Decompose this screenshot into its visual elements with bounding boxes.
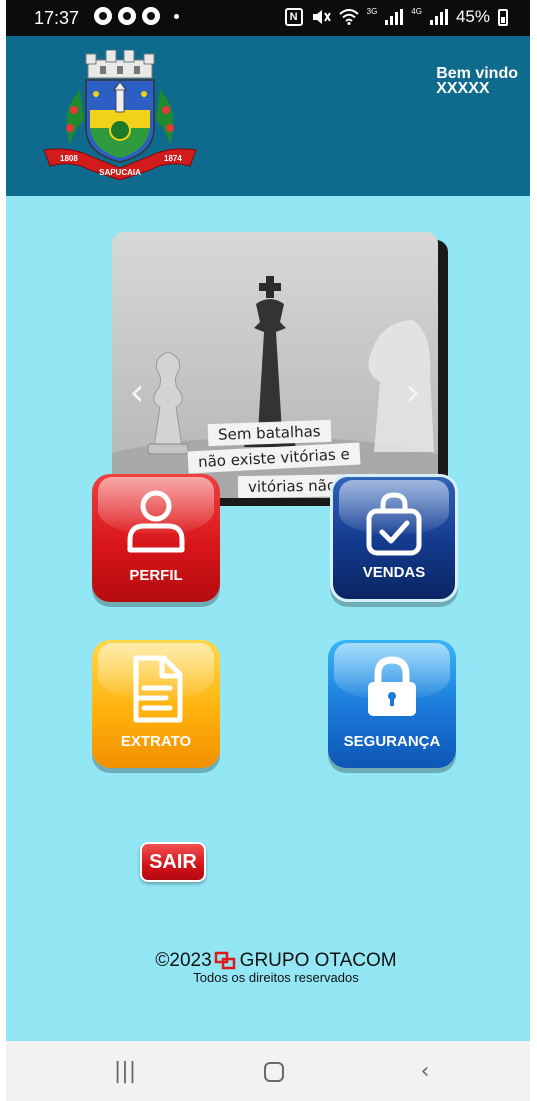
- status-time: 17:37: [34, 8, 80, 28]
- chrome-icon: [118, 7, 136, 25]
- notification-icons: [94, 7, 179, 25]
- home-icon: [264, 1062, 284, 1082]
- back-button[interactable]: ‹: [410, 1059, 440, 1085]
- document-icon: [133, 655, 183, 723]
- copyright-year: ©2023: [155, 950, 212, 971]
- carousel-prev-button[interactable]: ‹: [124, 372, 150, 412]
- crest-year-left: 1808: [60, 154, 78, 163]
- otacom-logo-icon: [214, 951, 238, 971]
- chrome-icon: [94, 7, 112, 25]
- crest-city-name: SAPUCAIA: [99, 168, 141, 177]
- shopping-bag-check-icon: [366, 492, 422, 556]
- welcome-message: Bem vindo XXXXX: [436, 65, 518, 97]
- app-header: 1808 SAPUCAIA 1874 Bem vindo XXXXX: [6, 36, 530, 196]
- perfil-label: PERFIL: [129, 567, 183, 584]
- vendas-button[interactable]: VENDAS: [330, 474, 458, 602]
- home-button[interactable]: [259, 1059, 289, 1085]
- seguranca-button[interactable]: SEGURANÇA: [328, 640, 456, 768]
- footer-copyright-line: ©2023 GRUPO OTACOM: [22, 950, 530, 972]
- footer: ©2023 GRUPO OTACOM Todos os direitos res…: [6, 950, 530, 985]
- recents-button[interactable]: |||: [110, 1059, 140, 1085]
- user-icon: [127, 490, 185, 553]
- chrome-icon: [142, 7, 160, 25]
- main-content: ‹ › Sem batalhas não existe vitórias e v…: [6, 196, 530, 1041]
- vendas-label: VENDAS: [362, 564, 426, 581]
- battery-percent: 45%: [455, 7, 490, 26]
- mute-icon: [312, 10, 331, 24]
- rights-reserved: Todos os direitos reservados: [193, 970, 359, 985]
- company-name: GRUPO OTACOM: [239, 950, 397, 971]
- carousel-caption-line1: Sem batalhas: [207, 419, 331, 447]
- nfc-icon: N: [284, 8, 303, 26]
- android-nav-bar: ||| ‹: [6, 1041, 530, 1101]
- network-3g-label: 3G: [366, 6, 378, 16]
- city-crest-logo: 1808 SAPUCAIA 1874: [43, 50, 197, 180]
- lock-icon: [368, 656, 416, 716]
- signal-icon: [429, 9, 448, 25]
- welcome-label: Bem vindo: [436, 65, 518, 82]
- status-bar: 17:37 N 3G 4G 45%: [6, 0, 530, 36]
- carousel-next-button[interactable]: ›: [400, 372, 426, 412]
- crest-year-right: 1874: [164, 154, 182, 163]
- wifi-icon: [338, 9, 359, 25]
- extrato-label: EXTRATO: [120, 733, 192, 750]
- more-notifications-icon: [174, 13, 179, 19]
- signal-icon: [385, 9, 404, 25]
- image-carousel[interactable]: ‹ › Sem batalhas não existe vitórias e v…: [112, 232, 438, 498]
- battery-icon: [498, 8, 508, 26]
- seguranca-label: SEGURANÇA: [343, 733, 441, 750]
- extrato-button[interactable]: EXTRATO: [92, 640, 220, 768]
- network-4g-label: 4G: [411, 6, 422, 16]
- logout-button[interactable]: SAIR: [140, 842, 206, 882]
- system-icons: N 3G 4G 45%: [284, 6, 508, 27]
- phone-screen: 17:37 N 3G 4G 45% 1808 SAPUCAIA 1874 Bem…: [6, 0, 530, 1101]
- perfil-button[interactable]: PERFIL: [92, 474, 220, 602]
- user-name: XXXXX: [436, 80, 490, 97]
